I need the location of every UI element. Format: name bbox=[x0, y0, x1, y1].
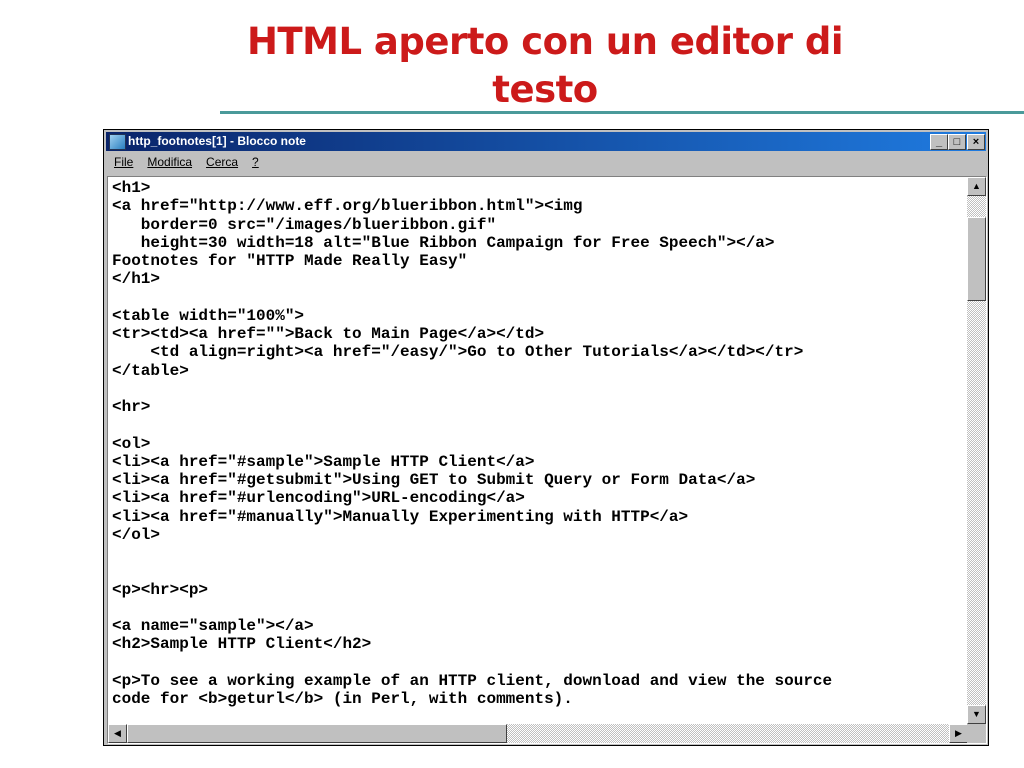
text-line: <a href="http://www.eff.org/blueribbon.h… bbox=[112, 197, 583, 216]
text-editor[interactable]: <h1> <a href="http://www.eff.org/blueribb… bbox=[107, 176, 987, 744]
text-line bbox=[112, 654, 967, 672]
text-line: <hr> bbox=[112, 398, 151, 416]
close-button[interactable]: × bbox=[967, 134, 985, 150]
scroll-right-button[interactable]: ▶ bbox=[949, 724, 968, 743]
text-line: <li><a href="#sample">Sample HTTP Client… bbox=[112, 452, 535, 471]
text-line: <p><hr><p> bbox=[112, 580, 209, 599]
window-title: http_footnotes[1] - Blocco note bbox=[128, 134, 306, 148]
horizontal-scroll-thumb[interactable] bbox=[127, 724, 507, 743]
text-line bbox=[112, 562, 967, 580]
text-line: <li><a href="#manually">Manually Experim… bbox=[112, 507, 689, 526]
horizontal-scrollbar[interactable]: ◀ ▶ bbox=[108, 724, 968, 743]
resize-grip[interactable] bbox=[967, 724, 986, 743]
minimize-button[interactable]: _ bbox=[930, 134, 948, 150]
text-line bbox=[112, 289, 967, 307]
text-line: <p>To see a working example of an HTTP c… bbox=[112, 671, 833, 690]
text-line: <td align=right><a href="/easy/">Go to O… bbox=[112, 343, 804, 362]
scroll-down-button[interactable]: ▼ bbox=[967, 705, 986, 724]
text-line: <tr><td><a href="">Back to Main Page</a>… bbox=[112, 325, 545, 343]
vertical-scroll-thumb[interactable] bbox=[967, 217, 986, 301]
text-line bbox=[112, 416, 967, 434]
menu-cerca[interactable]: Cerca bbox=[206, 155, 238, 169]
vertical-scrollbar[interactable]: ▲ ▼ bbox=[967, 177, 986, 724]
menu-file[interactable]: File bbox=[114, 155, 133, 169]
notepad-window: http_footnotes[1] - Blocco note _ □ × Fi… bbox=[103, 129, 989, 746]
scroll-left-button[interactable]: ◀ bbox=[108, 724, 127, 743]
text-line: <li><a href="#getsubmit">Using GET to Su… bbox=[112, 471, 756, 489]
scroll-up-button[interactable]: ▲ bbox=[967, 177, 986, 196]
maximize-button[interactable]: □ bbox=[948, 134, 966, 150]
text-line: <table width="100%"> bbox=[112, 306, 305, 325]
text-line: <a name="sample"></a> bbox=[112, 617, 314, 635]
text-line: </h1> bbox=[112, 270, 161, 289]
menu-help[interactable]: ? bbox=[252, 155, 259, 169]
text-line bbox=[112, 544, 967, 562]
title-bar[interactable]: http_footnotes[1] - Blocco note _ □ × bbox=[106, 132, 986, 151]
text-line: <h1> bbox=[112, 179, 151, 197]
title-divider bbox=[220, 111, 1024, 114]
text-line: </table> bbox=[112, 361, 189, 380]
text-line: height=30 width=18 alt="Blue Ribbon Camp… bbox=[112, 233, 775, 252]
text-line bbox=[112, 380, 967, 398]
text-line: <ol> bbox=[112, 434, 151, 453]
text-line: Footnotes for "HTTP Made Really Easy" bbox=[112, 252, 468, 270]
text-content[interactable]: <h1> <a href="http://www.eff.org/blueribb… bbox=[112, 179, 967, 724]
notepad-icon bbox=[109, 134, 126, 150]
text-line: border=0 src="/images/blueribbon.gif" bbox=[112, 215, 497, 234]
text-line bbox=[112, 599, 967, 617]
text-line: <li><a href="#urlencoding">URL-encoding<… bbox=[112, 489, 525, 508]
text-line: code for <b>geturl</b> (in Perl, with co… bbox=[112, 690, 573, 708]
text-line: </ol> bbox=[112, 525, 161, 544]
slide-title: HTML aperto con un editor di testo bbox=[246, 20, 844, 111]
text-line: <h2>Sample HTTP Client</h2> bbox=[112, 635, 372, 654]
menu-bar: File Modifica Cerca? bbox=[108, 153, 267, 171]
menu-modifica[interactable]: Modifica bbox=[147, 155, 192, 169]
